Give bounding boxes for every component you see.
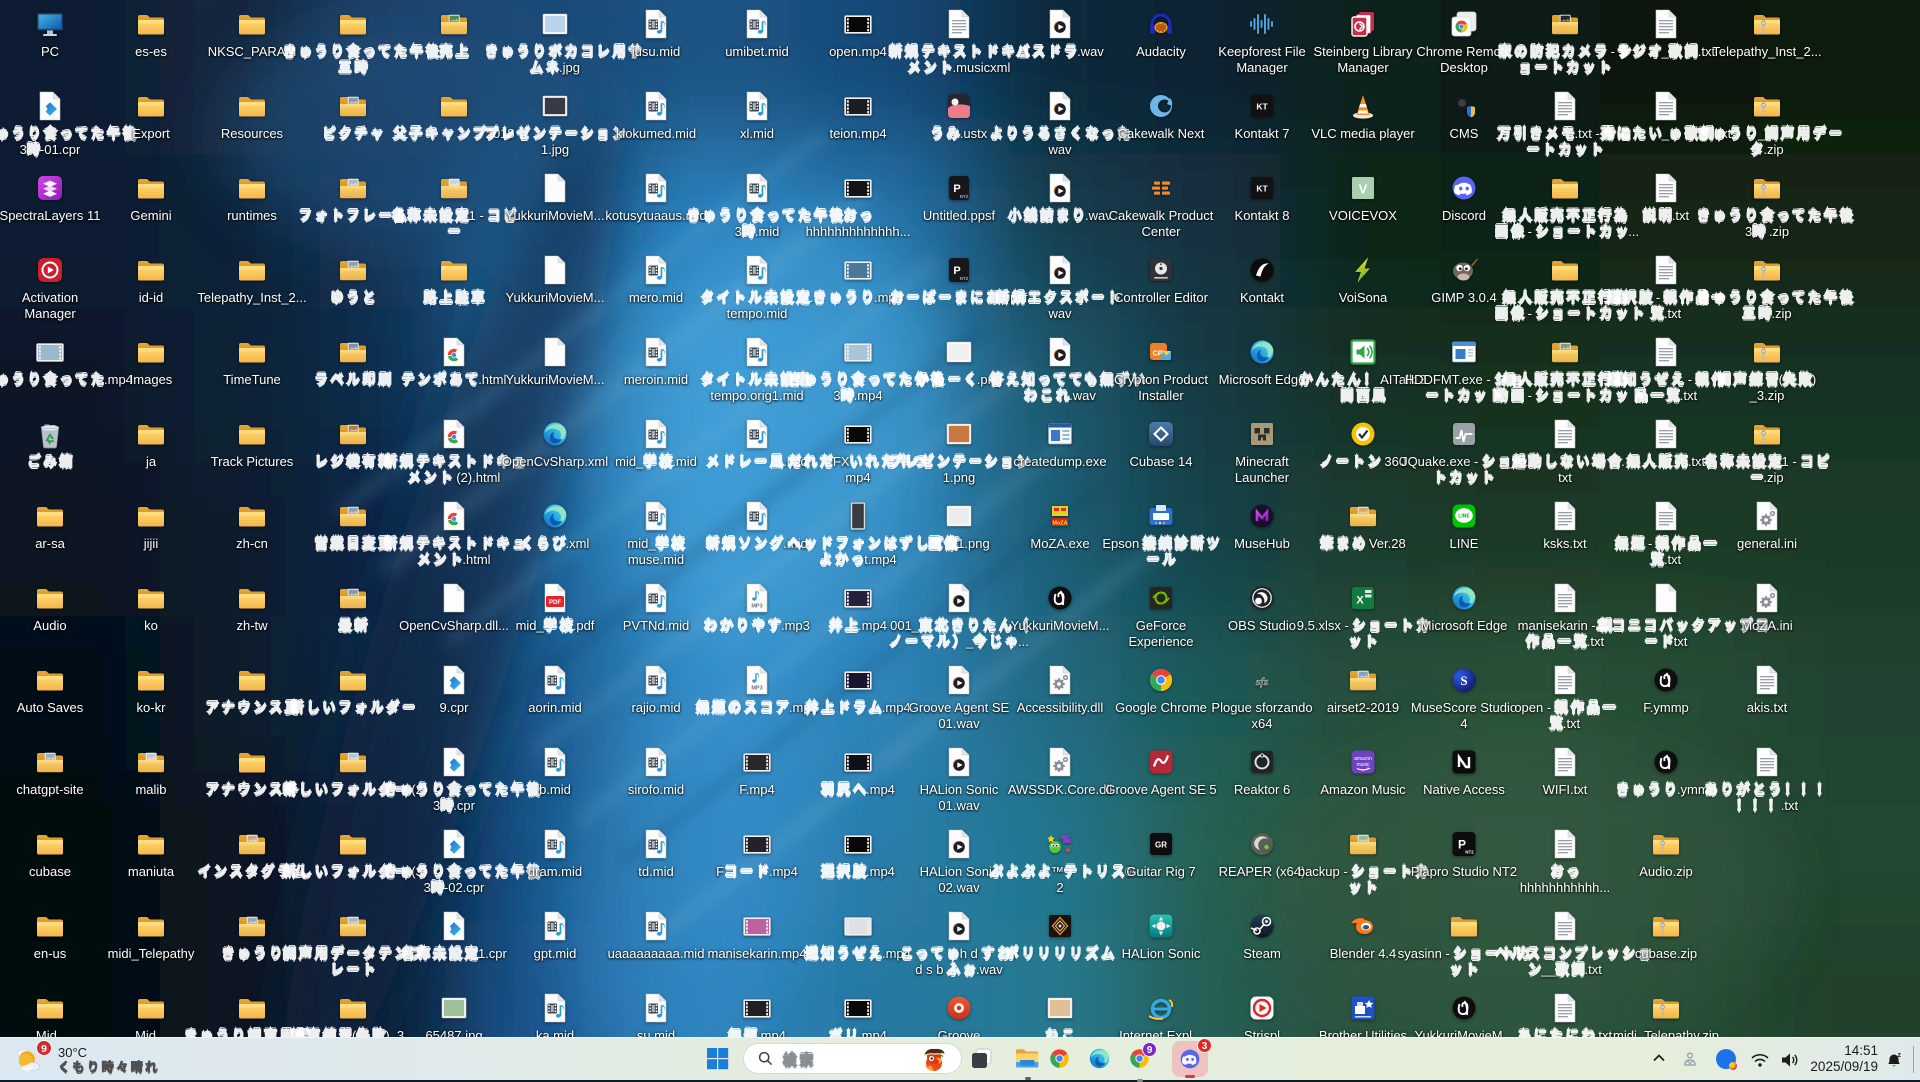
svg-text:z: z bbox=[1898, 1052, 1902, 1059]
